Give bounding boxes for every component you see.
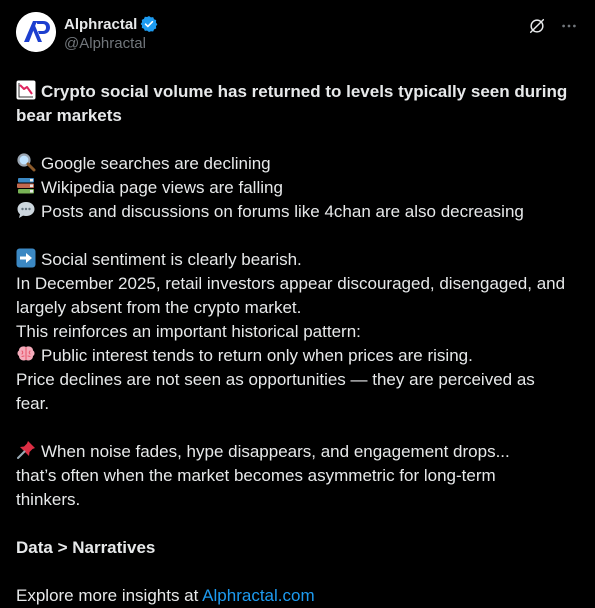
right-arrow-icon bbox=[16, 248, 36, 268]
header-actions bbox=[527, 12, 579, 36]
explore-text: Explore more insights at bbox=[16, 586, 199, 605]
noise-line: When noise fades, hype disappears, and e… bbox=[16, 440, 579, 464]
pushpin-icon bbox=[17, 441, 35, 459]
post-title-line: Crypto social volume has returned to lev… bbox=[16, 80, 579, 104]
wiki-line: Wikipedia page views are falling bbox=[16, 176, 579, 200]
interest-line: Public interest tends to return only whe… bbox=[16, 344, 579, 368]
asym-line-2: thinkers. bbox=[16, 490, 81, 509]
forum-line: Posts and discussions on forums like 4ch… bbox=[16, 200, 579, 224]
forum-text: Posts and discussions on forums like 4ch… bbox=[41, 202, 524, 221]
post-text: Crypto social volume has returned to lev… bbox=[16, 80, 579, 608]
alphractal-logo-icon bbox=[16, 12, 56, 52]
sentiment-text: Social sentiment is clearly bearish. bbox=[41, 250, 302, 269]
chart-decreasing-icon bbox=[16, 80, 36, 100]
verified-badge-icon bbox=[140, 15, 158, 33]
author-identity: Alphractal @Alphractal bbox=[64, 12, 158, 52]
pattern-line: This reinforces an important historical … bbox=[16, 322, 361, 341]
asym-line-1: that’s often when the market becomes asy… bbox=[16, 466, 496, 485]
december-line-1: In December 2025, retail investors appea… bbox=[16, 274, 566, 293]
magnifier-icon bbox=[17, 153, 36, 172]
decline-line-1: Price declines are not seen as opportuni… bbox=[16, 370, 535, 389]
google-line: Google searches are declining bbox=[16, 152, 579, 176]
post-header: Alphractal @Alphractal bbox=[16, 12, 579, 60]
wiki-text: Wikipedia page views are falling bbox=[41, 178, 283, 197]
grok-icon[interactable] bbox=[527, 16, 547, 36]
decline-line-2: fear. bbox=[16, 394, 50, 413]
avatar[interactable] bbox=[16, 12, 56, 52]
data-narratives-line: Data > Narratives bbox=[16, 538, 156, 557]
name-row: Alphractal bbox=[64, 14, 158, 34]
books-icon bbox=[17, 178, 34, 194]
brain-icon bbox=[17, 346, 35, 361]
alphractal-link[interactable]: Alphractal.com bbox=[202, 586, 314, 605]
post-card: Alphractal @Alphractal Crypto social vol… bbox=[0, 0, 595, 605]
interest-text: Public interest tends to return only whe… bbox=[41, 346, 473, 365]
explore-line: Explore more insights at Alphractal.com bbox=[16, 584, 579, 608]
more-icon[interactable] bbox=[559, 16, 579, 36]
post-title-line-2: bear markets bbox=[16, 106, 122, 125]
noise-text: When noise fades, hype disappears, and e… bbox=[41, 442, 510, 461]
author-handle[interactable]: @Alphractal bbox=[64, 35, 158, 52]
sentiment-line: Social sentiment is clearly bearish. bbox=[16, 248, 579, 272]
speech-balloon-icon bbox=[17, 202, 35, 218]
google-text: Google searches are declining bbox=[41, 154, 271, 173]
december-line-2: largely absent from the crypto market. bbox=[16, 298, 302, 317]
author-display-name[interactable]: Alphractal bbox=[64, 16, 137, 33]
post-title-text: Crypto social volume has returned to lev… bbox=[41, 82, 568, 101]
